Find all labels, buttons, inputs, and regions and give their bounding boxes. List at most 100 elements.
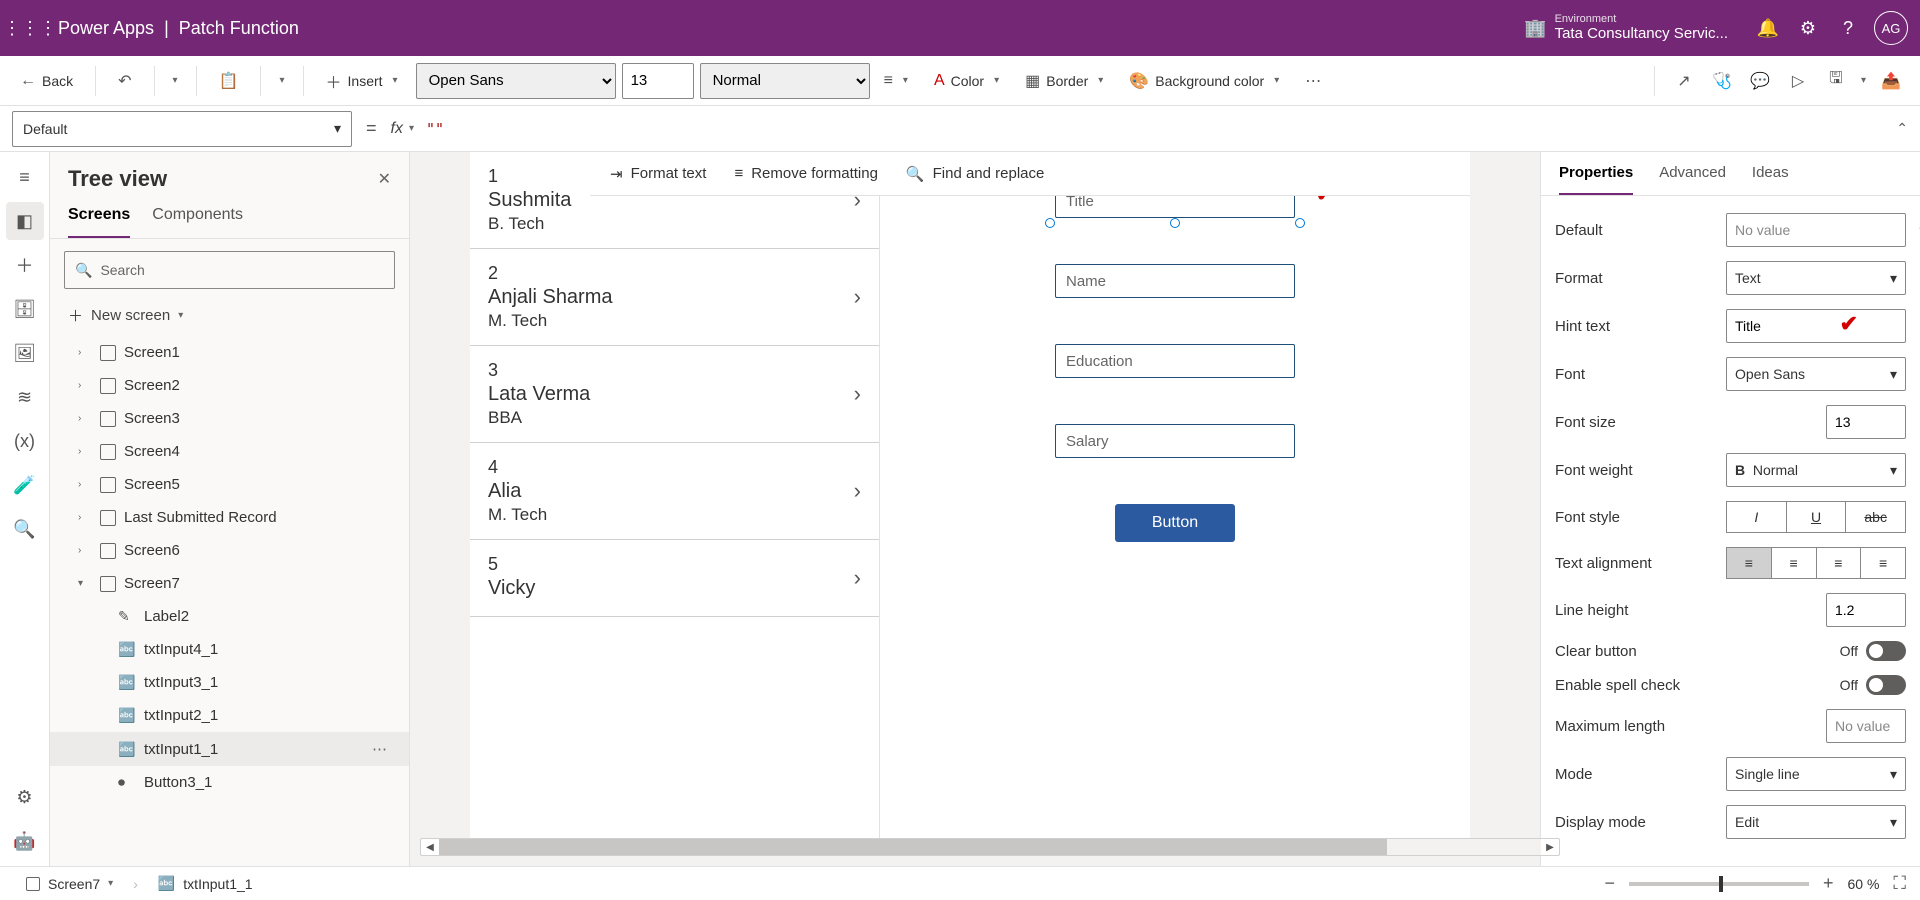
undo-dropdown[interactable]: ▾ <box>169 75 182 86</box>
rail-tests[interactable]: 🧪 <box>6 466 44 504</box>
tab-properties[interactable]: Properties <box>1559 152 1633 195</box>
align-justify-button[interactable]: ≡ <box>1860 547 1906 579</box>
prop-font-select[interactable]: Open Sans▾ <box>1726 357 1906 391</box>
prop-lineheight-input[interactable] <box>1826 593 1906 627</box>
help-icon[interactable]: ? <box>1828 18 1868 39</box>
insert-button[interactable]: ＋Insert▾ <box>318 63 410 99</box>
salary-input[interactable]: Salary <box>1055 424 1295 458</box>
prop-fontweight-select[interactable]: B Normal▾ <box>1726 453 1906 487</box>
font-weight-select[interactable]: Normal <box>700 63 870 99</box>
find-replace-button[interactable]: 🔍Find and replace <box>906 165 1044 183</box>
bgcolor-button[interactable]: 🎨Background color▾ <box>1121 65 1291 97</box>
strike-button[interactable]: abc <box>1845 501 1906 533</box>
checker-icon[interactable]: 🩺 <box>1705 71 1739 91</box>
remove-formatting-button[interactable]: ≡Remove formatting <box>734 165 877 182</box>
align-right-button[interactable]: ≡ <box>1816 547 1862 579</box>
play-icon[interactable]: ▷ <box>1781 71 1815 91</box>
tree-item-label2[interactable]: ✎Label2 <box>50 600 409 633</box>
comments-icon[interactable]: 💬 <box>1743 71 1777 91</box>
prop-hint-input[interactable] <box>1726 309 1906 343</box>
rail-insert[interactable]: ＋ <box>6 246 44 284</box>
breadcrumb-screen[interactable]: Screen7▾ <box>14 872 125 896</box>
rail-variables[interactable]: (x) <box>6 422 44 460</box>
undo-button[interactable]: ↶ <box>110 65 139 97</box>
avatar[interactable]: AG <box>1874 11 1908 45</box>
fx-icon[interactable]: fx <box>391 120 403 138</box>
zoom-out-button[interactable]: − <box>1604 873 1615 894</box>
environment-picker[interactable]: 🏢 Environment Tata Consultancy Servic... <box>1524 14 1728 43</box>
rail-hamburger[interactable]: ≡ <box>6 158 44 196</box>
rail-flows[interactable]: ≋ <box>6 378 44 416</box>
fit-screen-button[interactable]: ⛶ <box>1893 873 1906 894</box>
align-left-button[interactable]: ≡ <box>1726 547 1772 579</box>
notifications-icon[interactable]: 🔔 <box>1748 18 1788 39</box>
italic-button[interactable]: I <box>1726 501 1787 533</box>
tree-item-screen7[interactable]: ▾Screen7 <box>50 567 409 600</box>
close-icon[interactable]: ✕ <box>378 169 391 189</box>
rail-treeview[interactable]: ◧ <box>6 202 44 240</box>
rail-search[interactable]: 🔍 <box>6 510 44 548</box>
underline-button[interactable]: U <box>1786 501 1847 533</box>
format-text-button[interactable]: ⇥Format text <box>610 165 706 183</box>
tree-item-screen3[interactable]: ›Screen3 <box>50 402 409 435</box>
new-screen-button[interactable]: ＋ New screen ▾ <box>50 301 409 336</box>
back-button[interactable]: ←Back <box>12 66 81 96</box>
expand-formula-icon[interactable]: ⌃ <box>1896 120 1908 137</box>
list-item[interactable]: 2Anjali SharmaM. Tech› <box>470 249 879 346</box>
education-input[interactable]: Education <box>1055 344 1295 378</box>
list-item[interactable]: 3Lata VermaBBA› <box>470 346 879 443</box>
rail-data[interactable]: 🗄 <box>6 290 44 328</box>
formula-input[interactable]: "" <box>414 120 1896 138</box>
tree-item-txtinput2_1[interactable]: 🔤txtInput2_1 <box>50 699 409 732</box>
tree-item-screen4[interactable]: ›Screen4 <box>50 435 409 468</box>
horizontal-scrollbar[interactable]: ◀▶ <box>420 838 1560 856</box>
border-button[interactable]: ▦Border▾ <box>1017 65 1115 97</box>
zoom-in-button[interactable]: + <box>1823 873 1834 894</box>
clear-toggle[interactable]: Off <box>1840 641 1906 661</box>
save-dropdown[interactable]: ▾ <box>1857 75 1870 86</box>
tab-screens[interactable]: Screens <box>68 196 130 238</box>
rail-settings[interactable]: ⚙ <box>6 778 44 816</box>
tree-item-button3_1[interactable]: ⏺Button3_1 <box>50 766 409 799</box>
gallery-list[interactable]: 1SushmitaB. Tech›2Anjali SharmaM. Tech›3… <box>470 152 880 838</box>
publish-icon[interactable]: 📤 <box>1874 71 1908 91</box>
tab-advanced[interactable]: Advanced <box>1659 152 1726 195</box>
font-size-input[interactable] <box>622 63 694 99</box>
spell-toggle[interactable]: Off <box>1840 675 1906 695</box>
tree-item-screen2[interactable]: ›Screen2 <box>50 369 409 402</box>
paragraph-button[interactable]: ≡▾ <box>876 66 920 96</box>
search-input[interactable]: 🔍 Search <box>64 251 395 289</box>
prop-format-select[interactable]: Text▾ <box>1726 261 1906 295</box>
save-icon[interactable]: 🖫 <box>1819 67 1853 94</box>
tree-item-screen1[interactable]: ›Screen1 <box>50 336 409 369</box>
prop-dispmode-select[interactable]: Edit▾ <box>1726 805 1906 839</box>
align-center-button[interactable]: ≡ <box>1771 547 1817 579</box>
rail-media[interactable]: 🖼 <box>6 334 44 372</box>
tree-item-last-submitted-record[interactable]: ›Last Submitted Record <box>50 501 409 534</box>
color-button[interactable]: AColor▾ <box>926 66 1011 96</box>
tab-ideas[interactable]: Ideas <box>1752 152 1789 195</box>
prop-mode-select[interactable]: Single line▾ <box>1726 757 1906 791</box>
app-launcher[interactable]: ⋮⋮⋮ <box>12 10 48 46</box>
overflow-button[interactable]: ⋯ <box>1297 65 1329 97</box>
tree-item-txtinput3_1[interactable]: 🔤txtInput3_1 <box>50 666 409 699</box>
name-input[interactable]: Name <box>1055 264 1295 298</box>
zoom-slider[interactable] <box>1629 882 1809 886</box>
list-item[interactable]: 5Vicky› <box>470 540 879 617</box>
tab-components[interactable]: Components <box>152 196 243 238</box>
settings-icon[interactable]: ⚙ <box>1788 18 1828 39</box>
tree-item-txtinput1_1[interactable]: 🔤txtInput1_1⋯ <box>50 732 409 766</box>
prop-fontsize-input[interactable] <box>1826 405 1906 439</box>
list-item[interactable]: 4AliaM. Tech› <box>470 443 879 540</box>
submit-button[interactable]: Button <box>1115 504 1235 542</box>
property-selector[interactable]: Default▾ <box>12 111 352 147</box>
rail-virtual-agent[interactable]: 🤖 <box>6 822 44 860</box>
font-family-select[interactable]: Open Sans <box>416 63 616 99</box>
tree-item-txtinput4_1[interactable]: 🔤txtInput4_1 <box>50 633 409 666</box>
paste-dropdown[interactable]: ▾ <box>275 75 288 86</box>
paste-button[interactable]: 📋 <box>211 65 247 97</box>
breadcrumb-control[interactable]: 🔤txtInput1_1 <box>146 871 265 896</box>
prop-default-input[interactable] <box>1726 213 1906 247</box>
tree-item-screen6[interactable]: ›Screen6 <box>50 534 409 567</box>
prop-maxlen-input[interactable] <box>1826 709 1906 743</box>
